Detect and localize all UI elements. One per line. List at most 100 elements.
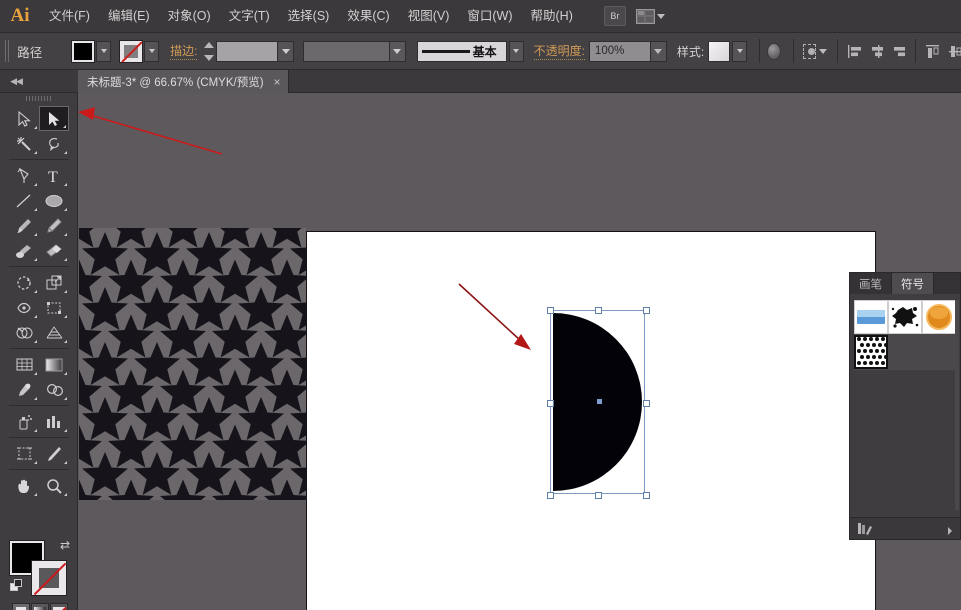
tool-eraser[interactable] bbox=[39, 238, 69, 263]
tool-perspective-grid[interactable] bbox=[39, 320, 69, 345]
tool-line-segment[interactable] bbox=[9, 188, 39, 213]
tool-eyedropper[interactable] bbox=[9, 377, 39, 402]
opacity-input[interactable]: 100% bbox=[589, 41, 667, 62]
stroke-weight-stepper[interactable] bbox=[202, 41, 215, 62]
tool-shape-builder[interactable] bbox=[9, 320, 39, 345]
tool-pen[interactable] bbox=[9, 163, 39, 188]
tool-free-transform[interactable] bbox=[39, 295, 69, 320]
toolbox-divider bbox=[9, 156, 69, 163]
symbol-orange-sphere[interactable] bbox=[922, 300, 956, 334]
tool-ellipse[interactable] bbox=[39, 188, 69, 213]
tool-magic-wand[interactable] bbox=[9, 131, 39, 156]
tool-group-indicator-icon bbox=[64, 183, 67, 186]
tool-gradient[interactable] bbox=[39, 352, 69, 377]
canvas-workspace[interactable] bbox=[78, 93, 961, 610]
tool-artboard[interactable] bbox=[9, 441, 39, 466]
tool-column-graph[interactable] bbox=[39, 409, 69, 434]
align-right-icon[interactable] bbox=[892, 44, 905, 59]
menu-object[interactable]: 对象(O) bbox=[159, 0, 220, 33]
menu-file[interactable]: 文件(F) bbox=[40, 0, 99, 33]
tool-zoom[interactable] bbox=[39, 473, 69, 498]
break-link-icon[interactable] bbox=[939, 522, 953, 535]
tool-blob-brush[interactable] bbox=[9, 238, 39, 263]
align-left-icon[interactable] bbox=[847, 44, 860, 59]
chevron-down-icon[interactable] bbox=[819, 49, 827, 54]
close-icon[interactable]: × bbox=[274, 76, 281, 88]
options-bar-grip[interactable] bbox=[5, 40, 11, 62]
default-fill-stroke-icon[interactable] bbox=[10, 579, 24, 593]
menu-window[interactable]: 窗口(W) bbox=[458, 0, 521, 33]
stroke-profile-dropdown[interactable] bbox=[389, 42, 405, 61]
stroke-profile-select[interactable] bbox=[303, 41, 405, 62]
opacity-label[interactable]: 不透明度: bbox=[534, 42, 585, 60]
tool-width[interactable] bbox=[9, 295, 39, 320]
toolbox-stroke-swatch[interactable] bbox=[32, 561, 66, 595]
menu-effect[interactable]: 效果(C) bbox=[338, 0, 398, 33]
symbol-blue-gradient[interactable] bbox=[854, 300, 888, 334]
tool-direct-selection[interactable] bbox=[39, 106, 69, 131]
collapse-panel-icon[interactable]: ◀◀ bbox=[5, 70, 27, 93]
symbol-ink-splat[interactable] bbox=[888, 300, 922, 334]
align-center-h-icon[interactable] bbox=[870, 44, 883, 59]
panel-tab-brushes[interactable]: 画笔 bbox=[850, 273, 892, 294]
tool-blend[interactable] bbox=[39, 377, 69, 402]
swap-fill-stroke-icon[interactable]: ⇄ bbox=[60, 539, 74, 553]
stroke-swatch[interactable] bbox=[120, 41, 142, 62]
menu-edit[interactable]: 编辑(E) bbox=[99, 0, 159, 33]
symbols-panel-tabs: 画笔符号 bbox=[850, 273, 960, 294]
tool-group-indicator-icon bbox=[34, 461, 37, 464]
tool-rotate[interactable] bbox=[9, 270, 39, 295]
style-dropdown[interactable] bbox=[732, 41, 747, 62]
tool-lasso[interactable] bbox=[39, 131, 69, 156]
symbol-dot-grid[interactable] bbox=[854, 335, 888, 369]
menubar-right-tools: Br bbox=[604, 6, 665, 26]
tool-hand[interactable] bbox=[9, 473, 39, 498]
tool-slice[interactable] bbox=[39, 441, 69, 466]
fill-gradient-button[interactable] bbox=[31, 603, 49, 610]
tool-type[interactable]: T bbox=[39, 163, 69, 188]
menu-view[interactable]: 视图(V) bbox=[399, 0, 459, 33]
fill-swatch[interactable] bbox=[72, 41, 94, 62]
tool-symbol-sprayer[interactable] bbox=[9, 409, 39, 434]
options-bar: 路径 描边: 基本 不透明度: bbox=[0, 33, 961, 70]
tool-group-indicator-icon bbox=[34, 208, 37, 211]
fill-swatch-dropdown[interactable] bbox=[96, 41, 111, 62]
document-tab[interactable]: 未标题-3* @ 66.67% (CMYK/预览) × bbox=[78, 70, 289, 93]
stroke-swatch-dropdown[interactable] bbox=[144, 41, 159, 62]
align-top-icon[interactable] bbox=[925, 44, 938, 59]
opacity-dropdown[interactable] bbox=[650, 42, 666, 61]
tool-scale[interactable] bbox=[39, 270, 69, 295]
document-setup-icon[interactable] bbox=[767, 43, 781, 60]
symbols-scrollbar[interactable] bbox=[955, 300, 959, 510]
panel-tab-symbols[interactable]: 符号 bbox=[892, 273, 934, 294]
menu-type[interactable]: 文字(T) bbox=[220, 0, 279, 33]
tool-pencil[interactable] bbox=[39, 213, 69, 238]
arrange-documents-button[interactable] bbox=[636, 9, 665, 24]
brush-definition-select[interactable]: 基本 bbox=[417, 41, 507, 62]
symbol-libraries-icon[interactable] bbox=[857, 522, 873, 535]
align-middle-v-icon[interactable] bbox=[948, 44, 961, 59]
bridge-button[interactable]: Br bbox=[604, 6, 626, 26]
tool-paintbrush[interactable] bbox=[9, 213, 39, 238]
fill-none-button[interactable] bbox=[50, 603, 68, 610]
stroke-weight-dropdown[interactable] bbox=[277, 42, 293, 61]
selected-shape-group[interactable] bbox=[553, 313, 645, 491]
toolbox-grip[interactable] bbox=[26, 96, 52, 101]
brush-definition-dropdown[interactable] bbox=[509, 41, 524, 62]
tool-group-indicator-icon bbox=[34, 258, 37, 261]
object-transform-icon[interactable] bbox=[803, 44, 817, 59]
stroke-weight-input[interactable] bbox=[216, 41, 294, 62]
tool-group-indicator-icon bbox=[34, 151, 37, 154]
shape-builder-icon bbox=[16, 325, 33, 340]
fill-color-button[interactable] bbox=[12, 603, 30, 610]
tool-selection-dark[interactable] bbox=[9, 106, 39, 131]
perspective-grid-icon bbox=[46, 325, 63, 340]
tool-mesh[interactable] bbox=[9, 352, 39, 377]
brush-definition-value: 基本 bbox=[473, 43, 497, 60]
menu-help[interactable]: 帮助(H) bbox=[522, 0, 582, 33]
style-swatch[interactable] bbox=[708, 41, 730, 62]
stroke-weight-label[interactable]: 描边: bbox=[170, 42, 197, 60]
tool-group-indicator-icon bbox=[34, 126, 37, 129]
menu-select[interactable]: 选择(S) bbox=[279, 0, 339, 33]
document-tab-title: 未标题-3* @ 66.67% (CMYK/预览) bbox=[87, 74, 264, 90]
